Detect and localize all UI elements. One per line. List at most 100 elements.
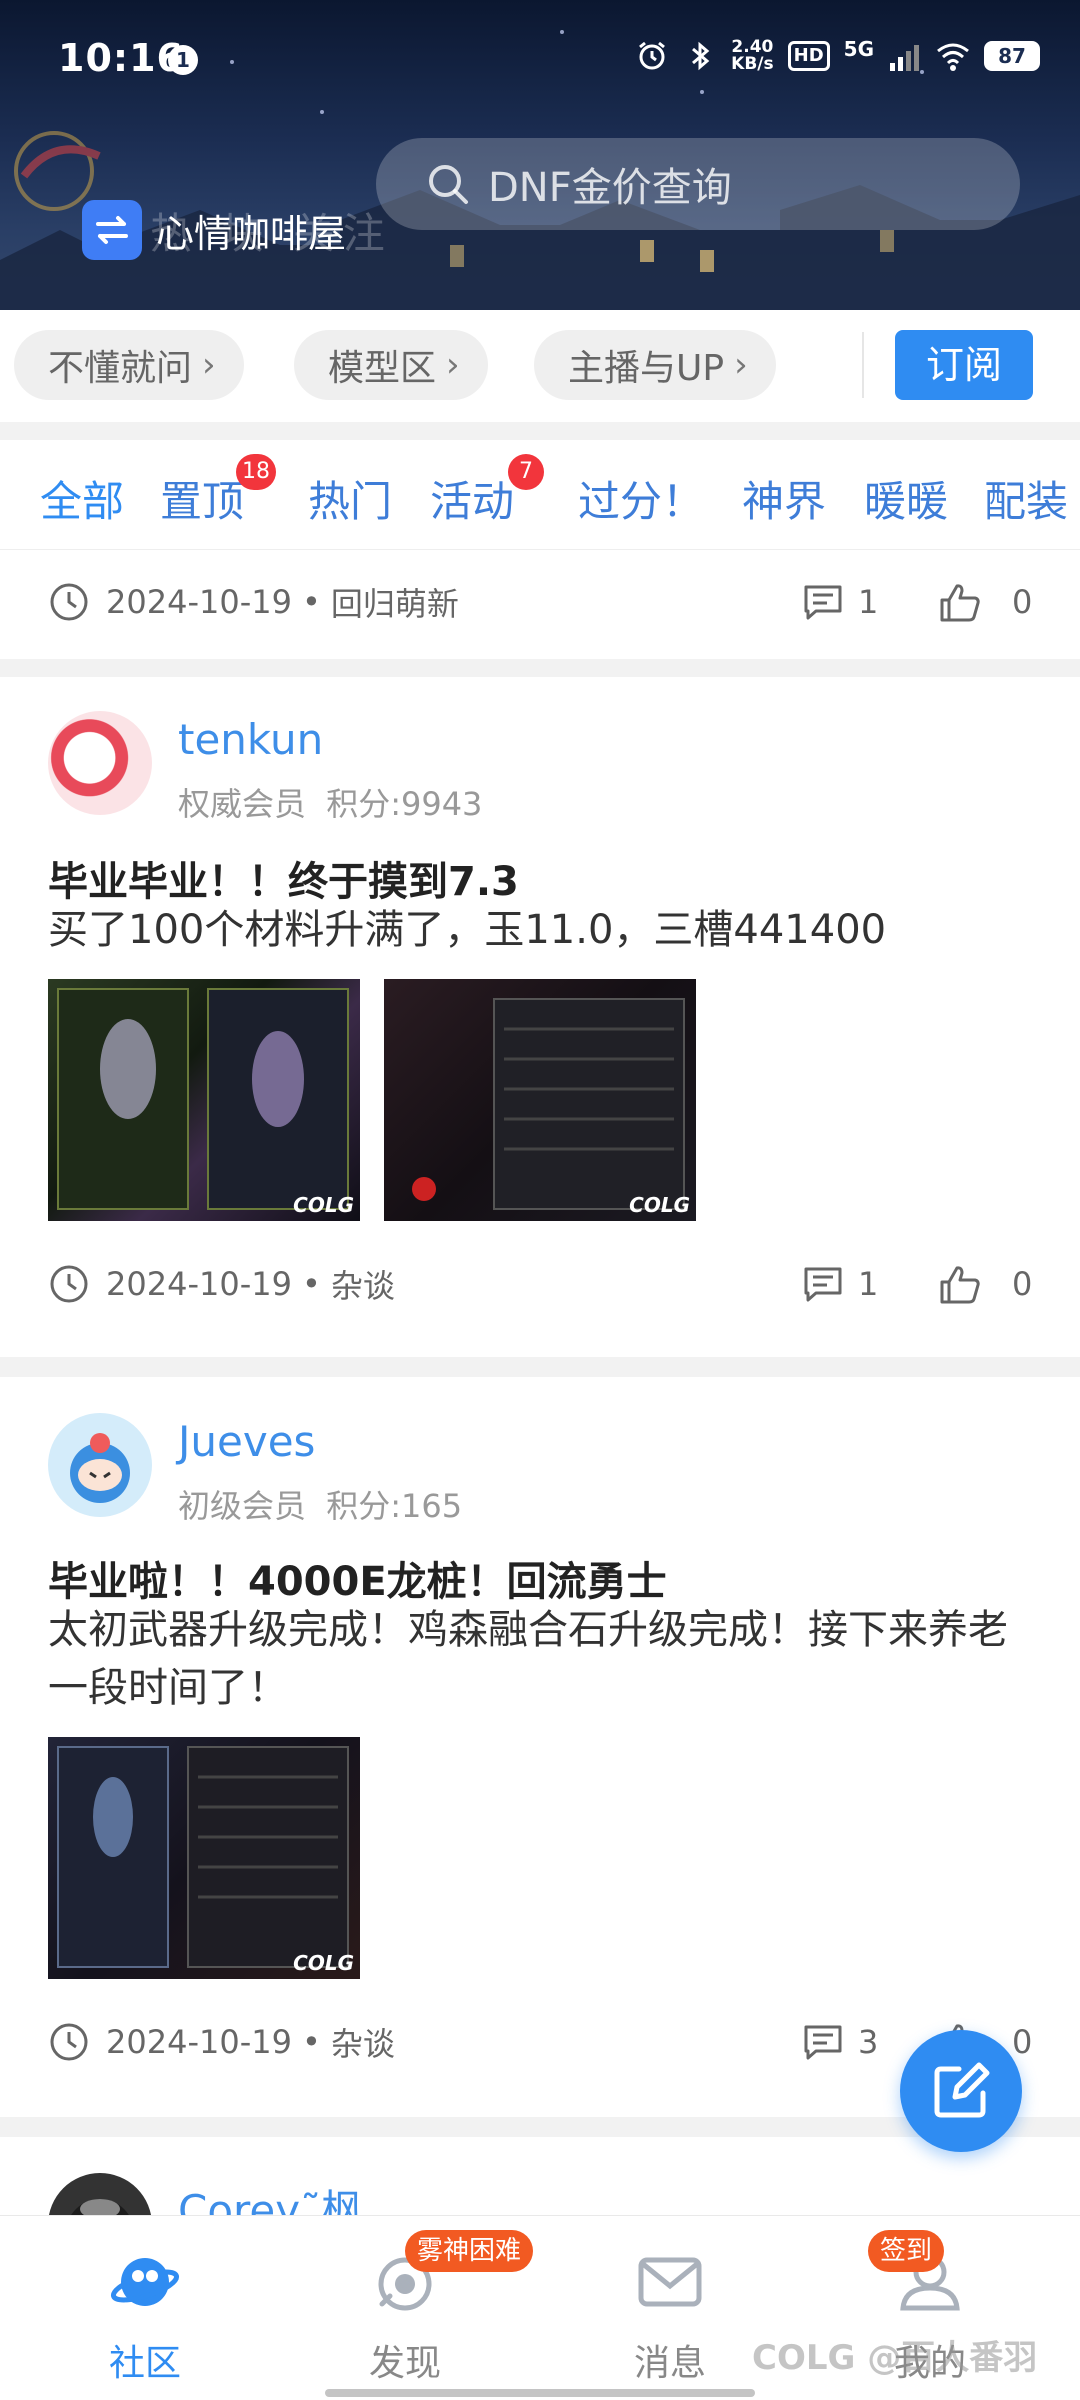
signal-icon [890, 45, 919, 71]
image-watermark: COLG [293, 1951, 354, 1975]
clock-icon [50, 583, 88, 621]
member-points: 积分:165 [326, 1487, 463, 1525]
like-icon[interactable] [938, 1262, 982, 1306]
game-screenshot-image [57, 1746, 349, 1968]
edit-icon [934, 2062, 990, 2118]
post-date: 2024-10-19 [106, 2023, 292, 2061]
post-body[interactable]: 太初武器升级完成！鸡森融合石升级完成！接下来养老一段时间了！ [48, 1601, 1020, 1717]
comment-count: 1 [858, 1265, 879, 1303]
search-input[interactable]: DNF金价查询 [376, 138, 1020, 230]
planet-icon [110, 2258, 180, 2306]
chevron-right-icon: › [734, 345, 748, 385]
post-title[interactable]: 毕业啦！！4000E龙桩！回流勇士 [48, 1549, 1040, 1607]
dark-avatar-icon [71, 2199, 129, 2215]
tab-hot[interactable]: 热门 [308, 468, 392, 529]
topic-chip[interactable]: 模型区 › [294, 330, 488, 400]
mail-icon [638, 2257, 702, 2307]
chevron-right-icon: › [446, 345, 460, 385]
post-category[interactable]: 杂谈 [331, 2019, 395, 2065]
hd-icon: HD [787, 41, 830, 71]
separator-dot: • [301, 2023, 321, 2061]
post-card[interactable]: 2024-10-19 • 回归萌新 1 0 [0, 551, 1080, 659]
chips-fade [820, 330, 860, 400]
tab-gear[interactable]: 配装 [984, 468, 1068, 529]
subscribe-button[interactable]: 订阅 [895, 330, 1033, 400]
avatar[interactable] [48, 1413, 152, 1517]
topic-chips-row: 不懂就问 › 模型区 › 主播与UP › 订阅 [0, 310, 1080, 422]
user-name[interactable]: tenkun [178, 715, 323, 764]
post-stats: 1 0 [802, 577, 1032, 627]
post-feed[interactable]: 2024-10-19 • 回归萌新 1 0 tenkun 权威会员 积分:994… [0, 551, 1080, 2215]
user-name[interactable]: Corey˜枫 [178, 2177, 363, 2215]
topic-chip-label: 主播与UP [568, 348, 725, 389]
network-speed: 2.40 KB/s [731, 39, 773, 73]
wifi-icon [937, 43, 969, 71]
tab-excessive[interactable]: 过分！ [578, 468, 704, 529]
status-bar: 10:16 1 2.40 KB/s HD 5G 87 [0, 0, 1080, 120]
post-stats: 1 0 [802, 1259, 1032, 1309]
search-icon [429, 165, 468, 204]
network-speed-unit: KB/s [731, 54, 774, 74]
watermark: COLG @百人番羽 [752, 2338, 1038, 2378]
post-meta: 2024-10-19 • 回归萌新 1 0 [48, 577, 1032, 627]
image-watermark: COLG [629, 1193, 690, 1217]
post-image[interactable]: COLG [48, 1737, 360, 1979]
post-meta: 2024-10-19 • 杂谈 3 0 [48, 2017, 1032, 2067]
comment-count: 3 [858, 2023, 879, 2061]
nav-community[interactable]: 社区 [45, 2216, 245, 2400]
post-meta: 2024-10-19 • 杂谈 1 0 [48, 1259, 1032, 1309]
post-card[interactable]: Corey˜枫 [0, 2137, 1080, 2215]
post-image[interactable]: COLG [384, 979, 696, 1221]
nav-messages[interactable]: 消息 [570, 2216, 770, 2400]
tab-all[interactable]: 全部 [40, 468, 124, 529]
search-placeholder: DNF金价查询 [488, 165, 732, 211]
post-category[interactable]: 杂谈 [331, 1261, 395, 1307]
topic-chip[interactable]: 不懂就问 › [14, 330, 244, 400]
tab-god-realm[interactable]: 神界 [742, 468, 826, 529]
user-name[interactable]: Jueves [178, 1417, 315, 1466]
nav-label: 社区 [108, 2343, 181, 2384]
nav-discover[interactable]: 发现 雾神困难 [305, 2216, 534, 2400]
like-count: 0 [1012, 1265, 1033, 1303]
status-icons: 2.40 KB/s HD 5G 87 [635, 36, 1040, 76]
nav-label: 消息 [633, 2343, 706, 2384]
comment-icon[interactable] [802, 1263, 844, 1305]
tab-nuannuan[interactable]: 暖暖 [864, 468, 948, 529]
avatar[interactable] [48, 2173, 152, 2215]
post-date: 2024-10-19 [106, 1265, 292, 1303]
user-info: 初级会员 积分:165 [178, 1481, 462, 1527]
post-body[interactable]: 买了100个材料升满了，玉11.0，三槽441400 [48, 901, 1020, 959]
filter-tabs: 全部 置顶 18 热门 活动 7 过分！ 神界 暖暖 配装 [0, 440, 1080, 550]
network-type: 5G [843, 37, 874, 61]
comment-icon[interactable] [802, 2021, 844, 2063]
cartoon-avatar-icon [70, 1433, 130, 1503]
member-level: 初级会员 [178, 1487, 307, 1525]
post-title[interactable]: 毕业毕业！！终于摸到7.3 [48, 849, 1040, 907]
nav-label: 发现 [368, 2343, 441, 2384]
comment-count: 1 [858, 583, 879, 621]
community-switcher[interactable]: 心情咖啡屋 [82, 200, 346, 260]
community-name: 心情咖啡屋 [156, 211, 347, 256]
comment-icon[interactable] [802, 581, 844, 623]
compose-post-button[interactable] [900, 2030, 1022, 2152]
topic-chip-label: 不懂就问 [48, 348, 193, 389]
tab-label: 置顶 [160, 477, 245, 526]
clock-icon [50, 2023, 88, 2061]
bluetooth-icon [692, 41, 710, 71]
like-icon[interactable] [938, 580, 982, 624]
home-indicator[interactable] [325, 2389, 755, 2397]
avatar[interactable] [48, 711, 152, 815]
post-category[interactable]: 回归萌新 [331, 579, 459, 625]
member-points: 积分:9943 [326, 785, 483, 823]
topic-chip[interactable]: 主播与UP › [534, 330, 776, 400]
tab-events[interactable]: 活动 7 [430, 454, 544, 529]
tab-pinned[interactable]: 置顶 18 [160, 454, 276, 529]
post-image[interactable]: COLG [48, 979, 360, 1221]
tab-label: 活动 [430, 477, 515, 526]
separator-dot: • [301, 1265, 321, 1303]
game-screenshot-image [412, 998, 685, 1210]
divider [862, 332, 864, 398]
status-time: 10:16 [58, 36, 184, 80]
post-card[interactable]: Jueves 初级会员 积分:165 毕业啦！！4000E龙桩！回流勇士 太初武… [0, 1377, 1080, 2117]
post-card[interactable]: tenkun 权威会员 积分:9943 毕业毕业！！终于摸到7.3 买了100个… [0, 677, 1080, 1357]
